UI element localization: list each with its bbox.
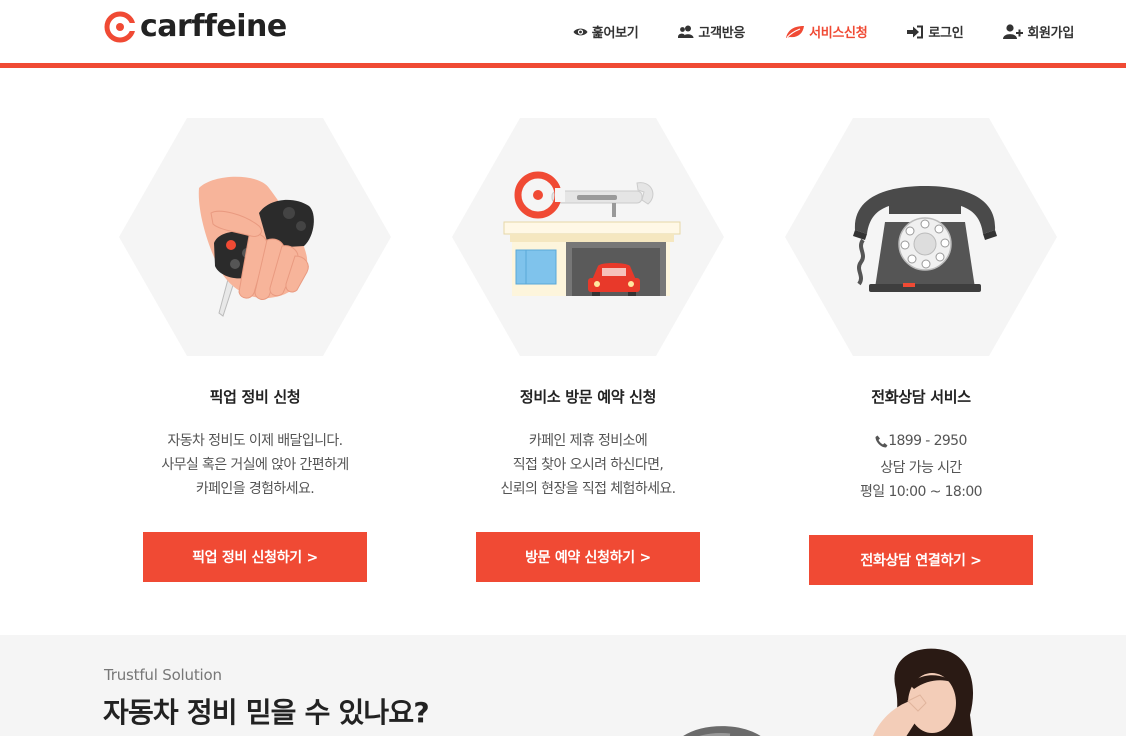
- service-desc-line: 카페인 제휴 정비소에: [528, 433, 648, 449]
- service-desc-line: 자동차 정비도 이제 배달입니다.: [167, 433, 343, 449]
- service-title: 픽업 정비 신청: [209, 388, 301, 406]
- trust-section: Trustful Solution 자동차 정비 믿을 수 있나요?: [0, 635, 1126, 736]
- service-cards: 픽업 정비 신청 자동차 정비도 이제 배달입니다. 사무실 혹은 거실에 앉아…: [88, 118, 1088, 598]
- hand-car-key-icon: [198, 176, 314, 317]
- leaf-icon: [786, 25, 805, 38]
- service-title: 정비소 방문 예약 신청: [519, 388, 657, 406]
- service-description: 카페인 제휴 정비소에 직접 찾아 오시려 하신다면, 신뢰의 현장을 직접 체…: [421, 429, 755, 501]
- service-desc-line: 신뢰의 현장을 직접 체험하세요.: [500, 481, 676, 497]
- service-card-pickup: 픽업 정비 신청 자동차 정비도 이제 배달입니다. 사무실 혹은 거실에 앉아…: [88, 118, 422, 582]
- user-plus-icon: [1003, 24, 1024, 39]
- service-desc-line: 직접 찾아 오시려 하신다면,: [512, 457, 664, 473]
- nav-service-request-label: 서비스신청: [809, 26, 868, 41]
- eye-icon: [573, 28, 588, 35]
- service-title: 전화상담 서비스: [871, 388, 971, 406]
- nav-service-request[interactable]: 서비스신청: [785, 22, 868, 41]
- logo-text: carffeine: [140, 9, 287, 44]
- service-hexagon: [452, 118, 724, 356]
- pickup-request-button[interactable]: 픽업 정비 신청하기 >: [143, 532, 367, 582]
- service-desc-line: 평일 10:00 ~ 18:00: [860, 483, 983, 500]
- phone-consult-button[interactable]: 전화상담 연결하기 >: [809, 535, 1033, 585]
- logo-mark-icon: [104, 11, 136, 43]
- nav-signup[interactable]: 회원가입: [1003, 22, 1074, 41]
- service-desc-line: 카페인을 경험하세요.: [195, 481, 315, 497]
- nav-login-label: 로그인: [928, 26, 964, 41]
- nav-reviews-label: 고객반응: [698, 26, 746, 41]
- service-desc-line: 상담 가능 시간: [880, 459, 962, 476]
- nav-overview[interactable]: 훑어보기: [573, 22, 639, 41]
- nav-signup-label: 회원가입: [1027, 26, 1074, 41]
- service-hexagon: [119, 118, 391, 356]
- section-subtitle: Trustful Solution: [104, 666, 222, 684]
- service-description: 자동차 정비도 이제 배달입니다. 사무실 혹은 거실에 앉아 간편하게 카페인…: [88, 429, 422, 501]
- phone-icon: [875, 435, 888, 447]
- service-card-visit: 정비소 방문 예약 신청 카페인 제휴 정비소에 직접 찾아 오시려 하신다면,…: [421, 118, 755, 582]
- service-desc-line: 사무실 혹은 거실에 앉아 간편하게: [161, 457, 349, 473]
- users-icon: [678, 25, 694, 38]
- main-nav: 훑어보기 고객반응 서비스신청 로그인 회원가입: [533, 22, 1074, 41]
- service-hexagon: [785, 118, 1057, 356]
- telephone-icon: [853, 186, 997, 292]
- engine-part-image: [683, 726, 761, 736]
- worried-woman-image: [873, 648, 973, 736]
- site-header: carffeine 훑어보기 고객반응 서비스신청 로그인 회원가입: [0, 0, 1126, 63]
- logo[interactable]: carffeine: [104, 11, 287, 43]
- service-card-phone: 전화상담 서비스 1899 - 2950 상담 가능 시간 평일 10:00 ~…: [754, 118, 1088, 585]
- phone-number-line: 1899 - 2950: [754, 429, 1088, 456]
- nav-login[interactable]: 로그인: [907, 22, 964, 41]
- header-accent-line: [0, 63, 1126, 68]
- nav-reviews[interactable]: 고객반응: [678, 22, 745, 41]
- sign-in-icon: [907, 25, 924, 38]
- phone-number[interactable]: 1899 - 2950: [888, 429, 967, 453]
- service-description: 1899 - 2950 상담 가능 시간 평일 10:00 ~ 18:00: [754, 429, 1088, 504]
- visit-reservation-button[interactable]: 방문 예약 신청하기 >: [476, 532, 700, 582]
- nav-overview-label: 훑어보기: [591, 26, 639, 41]
- section-title: 자동차 정비 믿을 수 있나요?: [103, 696, 430, 729]
- garage-icon: [503, 171, 681, 296]
